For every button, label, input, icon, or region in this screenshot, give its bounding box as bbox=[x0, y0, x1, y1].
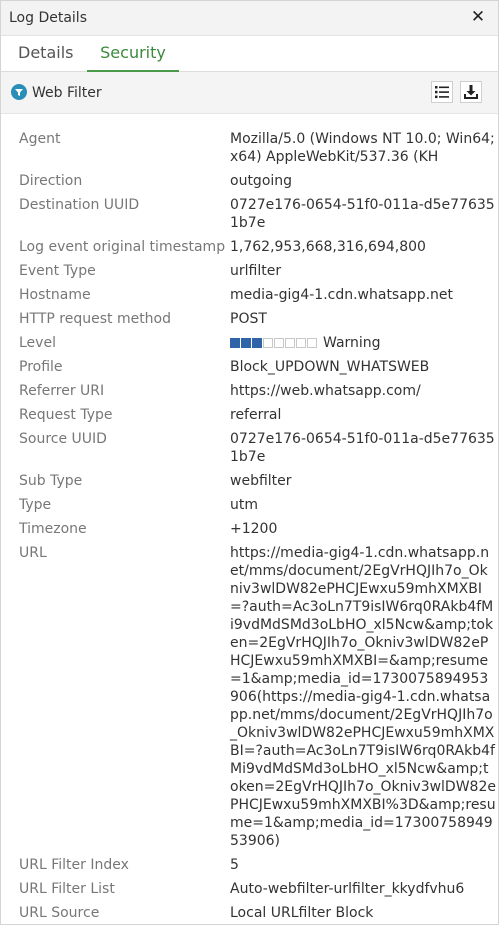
window-title: Log Details bbox=[9, 10, 87, 26]
field-value: 0727e176-0654-51f0-011a-d5e776351b7e bbox=[230, 431, 495, 465]
field-label: HTTP request method bbox=[19, 311, 172, 327]
field-label: Profile bbox=[19, 359, 63, 375]
field-value: urlfilter bbox=[230, 263, 282, 279]
tab-details[interactable]: Details bbox=[18, 43, 73, 70]
field-row: Profile Block_UPDOWN_WHATSWEB bbox=[1, 358, 498, 376]
download-icon bbox=[464, 85, 478, 99]
close-icon[interactable]: ✕ bbox=[469, 7, 487, 27]
field-row: Hostname media-gig4-1.cdn.whatsapp.net bbox=[1, 286, 498, 304]
field-value: https://media-gig4-1.cdn.whatsapp.net/mm… bbox=[230, 545, 496, 849]
field-value: utm bbox=[230, 497, 258, 513]
field-label: URL Filter List bbox=[19, 881, 115, 897]
field-value: outgoing bbox=[230, 173, 293, 189]
level-value: Warning bbox=[230, 334, 496, 352]
field-label: URL bbox=[19, 545, 47, 561]
level-meter bbox=[230, 334, 318, 352]
field-label: Event Type bbox=[19, 263, 96, 279]
field-value: POST bbox=[230, 311, 267, 327]
field-value: Block_UPDOWN_WHATSWEB bbox=[230, 359, 430, 375]
field-label: Timezone bbox=[19, 521, 87, 537]
field-label: Hostname bbox=[19, 287, 91, 303]
field-value: 0727e176-0654-51f0-011a-d5e776351b7e bbox=[230, 197, 495, 231]
field-label: Request Type bbox=[19, 407, 113, 423]
field-label: URL Filter Index bbox=[19, 857, 129, 873]
field-row: Log event original timestamp 1,762,953,66… bbox=[1, 238, 498, 256]
level-segment-filled bbox=[230, 338, 240, 348]
section-title: Web Filter bbox=[32, 85, 102, 101]
web-filter-header: Web Filter bbox=[1, 72, 498, 114]
field-value: 1,762,953,668,316,694,800 bbox=[230, 239, 426, 255]
field-label: URL Source bbox=[19, 905, 100, 921]
field-row: HTTP request method POST bbox=[1, 310, 498, 328]
field-value: 5 bbox=[230, 857, 239, 873]
field-value: Local URLfilter Block bbox=[230, 905, 374, 921]
field-label: Type bbox=[19, 497, 52, 513]
field-row: URL Filter List Auto-webfilter-urlfilter_… bbox=[1, 880, 498, 898]
field-row: URL Source Local URLfilter Block bbox=[1, 904, 498, 922]
log-details-panel: Log Details ✕ Details Security Web Filte… bbox=[0, 0, 499, 925]
field-value: webfilter bbox=[230, 473, 292, 489]
field-row: Source UUID 0727e176-0654-51f0-011a-d5e77… bbox=[1, 430, 498, 466]
field-value: https://web.whatsapp.com/ bbox=[230, 383, 421, 399]
field-row: URL Filter Index 5 bbox=[1, 856, 498, 874]
filter-icon bbox=[11, 84, 27, 100]
field-label: Referrer URI bbox=[19, 383, 105, 399]
field-value: referral bbox=[230, 407, 282, 423]
field-value: media-gig4-1.cdn.whatsapp.net bbox=[230, 287, 454, 303]
field-row: Timezone +1200 bbox=[1, 520, 498, 538]
field-row: Sub Type webfilter bbox=[1, 472, 498, 490]
field-value: Mozilla/5.0 (Windows NT 10.0; Win64; x64… bbox=[230, 131, 495, 165]
detail-fields: Agent Mozilla/5.0 (Windows NT 10.0; Win64… bbox=[1, 130, 498, 928]
field-row: Event Type urlfilter bbox=[1, 262, 498, 280]
field-row: Level Warning bbox=[1, 334, 498, 352]
level-segment-empty bbox=[307, 338, 317, 348]
level-segment-filled bbox=[252, 338, 262, 348]
tab-bar: Details Security bbox=[1, 36, 498, 72]
tab-security[interactable]: Security bbox=[87, 43, 179, 72]
field-label: Log event original timestamp bbox=[19, 239, 226, 255]
field-row: URL https://media-gig4-1.cdn.whatsapp.net… bbox=[1, 544, 498, 850]
level-segment-empty bbox=[274, 338, 284, 348]
field-value: +1200 bbox=[230, 521, 278, 537]
level-segment-empty bbox=[263, 338, 273, 348]
field-row: Destination UUID 0727e176-0654-51f0-011a-… bbox=[1, 196, 498, 232]
level-segment-filled bbox=[241, 338, 251, 348]
list-view-button[interactable] bbox=[431, 81, 453, 103]
field-row: Agent Mozilla/5.0 (Windows NT 10.0; Win64… bbox=[1, 130, 498, 166]
level-segment-empty bbox=[296, 338, 306, 348]
level-segment-empty bbox=[285, 338, 295, 348]
field-label: Source UUID bbox=[19, 431, 107, 447]
list-icon bbox=[435, 86, 449, 99]
field-row: Direction outgoing bbox=[1, 172, 498, 190]
field-row: Type utm bbox=[1, 496, 498, 514]
field-row: Referrer URI https://web.whatsapp.com/ bbox=[1, 382, 498, 400]
level-text: Warning bbox=[323, 335, 381, 351]
field-value: Auto-webfilter-urlfilter_kkydfvhu6 bbox=[230, 881, 465, 897]
field-label: Direction bbox=[19, 173, 83, 189]
title-bar: Log Details ✕ bbox=[1, 1, 498, 36]
field-row: Request Type referral bbox=[1, 406, 498, 424]
field-label: Agent bbox=[19, 131, 61, 147]
field-label: Sub Type bbox=[19, 473, 83, 489]
field-label: Level bbox=[19, 335, 56, 351]
field-label: Destination UUID bbox=[19, 197, 140, 213]
download-button[interactable] bbox=[460, 81, 482, 103]
